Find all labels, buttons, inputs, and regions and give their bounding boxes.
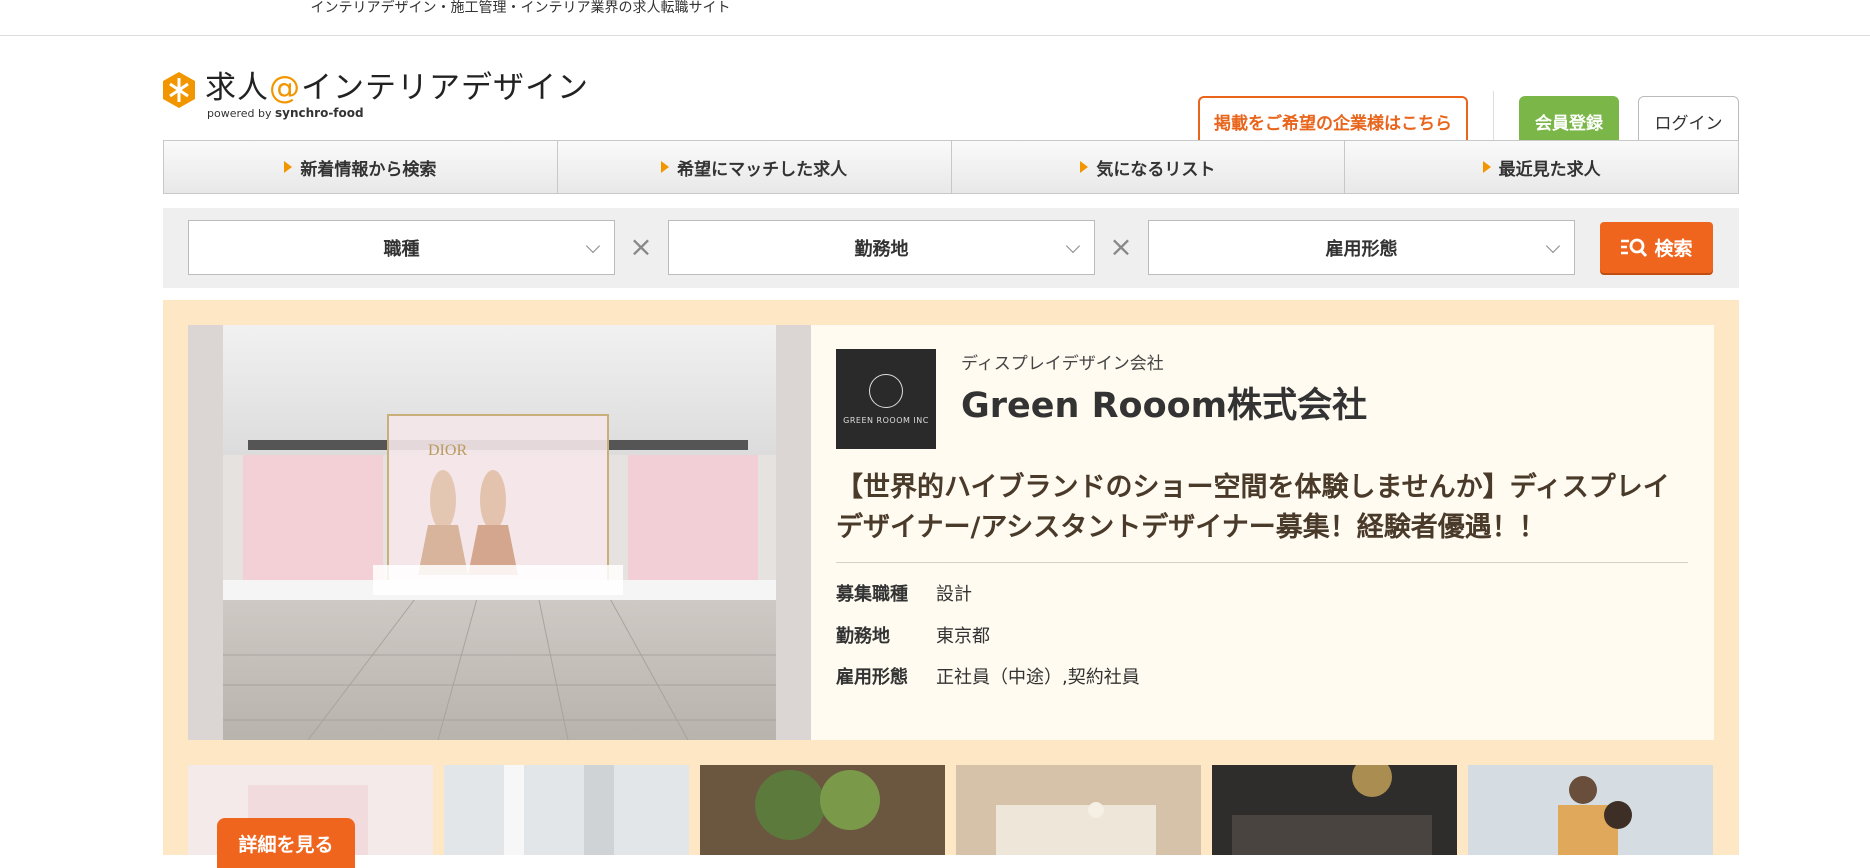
detail-row-location: 勤務地 東京都	[836, 626, 990, 647]
triangle-right-icon	[1080, 161, 1089, 173]
main-nav: 新着情報から検索 希望にマッチした求人 気になるリスト 最近見た求人	[163, 140, 1739, 194]
divider	[836, 562, 1688, 563]
times-icon: ×	[629, 230, 653, 263]
location-select[interactable]: 勤務地	[668, 220, 1095, 275]
nav-item-favorites[interactable]: 気になるリスト	[952, 141, 1346, 193]
search-bar: 職種 × 勤務地 × 雇用形態 検索	[163, 208, 1739, 288]
featured-job-photo: DIOR	[188, 325, 811, 740]
register-button[interactable]: 会員登録	[1519, 96, 1619, 146]
times-icon: ×	[1109, 230, 1133, 263]
logo-mark-icon	[163, 72, 195, 108]
site-tagline: インテリアデザイン・施工管理・インテリア業界の求人転職サイト	[310, 0, 731, 16]
thumbnail-6[interactable]	[1468, 765, 1713, 855]
featured-job: DIOR GREEN ROOOM INC ディスプレイデザイン会社 Green …	[163, 300, 1739, 868]
corporate-listing-button[interactable]: 掲載をご希望の企業様はこちら	[1198, 96, 1468, 146]
job-type-select[interactable]: 職種	[188, 220, 615, 275]
thumbnail-4[interactable]	[956, 765, 1201, 855]
logo-powered-by: powered by synchro-food	[207, 106, 364, 120]
site-logo[interactable]: 求人@インテリアデザイン powered by synchro-food	[163, 54, 588, 120]
chevron-down-icon	[585, 238, 601, 254]
job-title[interactable]: 【世界的ハイブランドのショー空間を体験しませんか】ディスプレイデザイナー/アシス…	[836, 468, 1696, 548]
login-button[interactable]: ログイン	[1638, 96, 1739, 146]
nav-item-new-listings[interactable]: 新着情報から検索	[164, 141, 558, 193]
nav-item-matched-jobs[interactable]: 希望にマッチした求人	[558, 141, 952, 193]
thumbnail-2[interactable]	[444, 765, 689, 855]
search-button[interactable]: 検索	[1600, 222, 1713, 273]
employment-type-select[interactable]: 雇用形態	[1148, 220, 1575, 275]
thumbnail-3[interactable]	[700, 765, 945, 855]
view-details-button[interactable]: 詳細を見る	[217, 818, 355, 868]
company-logo: GREEN ROOOM INC	[836, 349, 936, 449]
chevron-down-icon	[1545, 238, 1561, 254]
triangle-right-icon	[661, 161, 670, 173]
thumbnail-5[interactable]	[1212, 765, 1457, 855]
store-sign: DIOR	[428, 442, 467, 459]
top-bar: インテリアデザイン・施工管理・インテリア業界の求人転職サイト	[0, 0, 1870, 36]
detail-row-employment: 雇用形態 正社員（中途）,契約社員	[836, 667, 1140, 688]
nav-item-recently-viewed[interactable]: 最近見た求人	[1345, 141, 1738, 193]
featured-job-card[interactable]: DIOR GREEN ROOOM INC ディスプレイデザイン会社 Green …	[188, 325, 1714, 740]
search-icon	[1621, 238, 1648, 257]
company-name[interactable]: Green Rooom株式会社	[961, 377, 1367, 428]
company-logo-icon	[869, 373, 903, 408]
logo-text: 求人@インテリアデザイン	[205, 70, 589, 106]
triangle-right-icon	[284, 161, 293, 173]
site-header: 求人@インテリアデザイン powered by synchro-food 掲載を…	[0, 36, 1870, 151]
company-category: ディスプレイデザイン会社	[961, 354, 1164, 374]
chevron-down-icon	[1065, 238, 1081, 254]
triangle-right-icon	[1482, 161, 1491, 173]
detail-row-job-type: 募集職種 設計	[836, 584, 972, 605]
thumbnail-strip	[188, 765, 1714, 855]
